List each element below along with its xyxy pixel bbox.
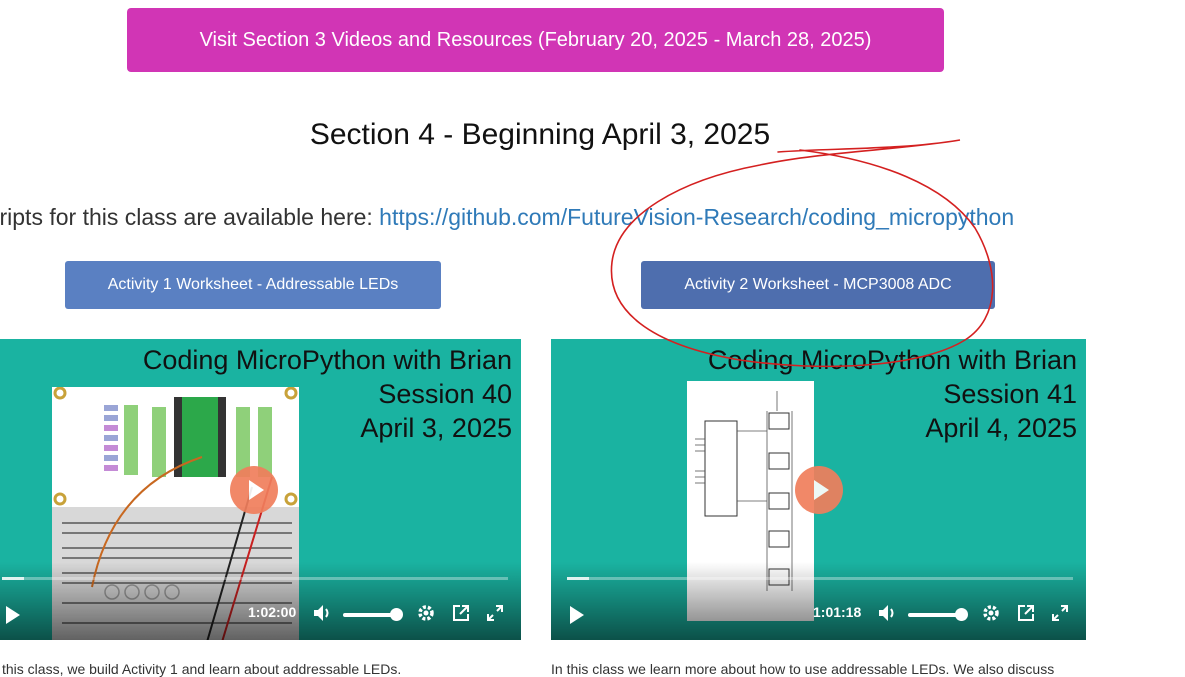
volume-slider[interactable] [908,608,968,621]
fullscreen-icon[interactable] [486,604,504,622]
github-link[interactable]: https://github.com/FutureVision-Research… [379,204,1014,230]
volume-slider[interactable] [343,608,403,621]
play-icon[interactable] [570,606,584,624]
settings-gear-icon[interactable] [417,604,435,622]
video-title-line: Coding MicroPython with Brian [707,345,1077,375]
section-4-heading: Section 4 - Beginning April 3, 2025 [309,118,771,151]
video-title-line: Coding MicroPython with Brian [142,345,512,375]
popout-icon[interactable] [452,604,470,622]
activity-2-worksheet-button[interactable]: Activity 2 Worksheet - MCP3008 ADC [641,261,995,309]
video-player-session-41[interactable]: Coding MicroPython with Brian Session 41… [551,339,1086,640]
volume-slider-knob[interactable] [390,608,403,621]
fullscreen-icon[interactable] [1051,604,1069,622]
video-controls-bar: 1:02:00 [0,562,521,640]
video-player-session-40[interactable]: Coding MicroPython with Brian Session 40… [0,339,521,640]
visit-section-3-button[interactable]: Visit Section 3 Videos and Resources (Fe… [127,8,944,72]
scripts-prefix-text: cripts for this class are available here… [0,204,380,230]
video-duration: 1:01:18 [813,604,862,620]
volume-icon[interactable] [313,604,333,622]
volume-icon[interactable] [878,604,898,622]
popout-icon[interactable] [1017,604,1035,622]
video-progress-bar[interactable] [567,577,1073,580]
video-progress-bar[interactable] [2,577,508,580]
play-icon[interactable] [6,606,20,624]
volume-slider-knob[interactable] [955,608,968,621]
settings-gear-icon[interactable] [982,604,1000,622]
video-controls-bar: 1:01:18 [551,562,1086,640]
activity-1-worksheet-button[interactable]: Activity 1 Worksheet - Addressable LEDs [65,261,441,309]
video-play-overlay-button[interactable] [795,466,843,514]
video-play-overlay-button[interactable] [230,466,278,514]
video-duration: 1:02:00 [248,604,297,620]
scripts-availability-text: cripts for this class are available here… [0,204,1014,231]
